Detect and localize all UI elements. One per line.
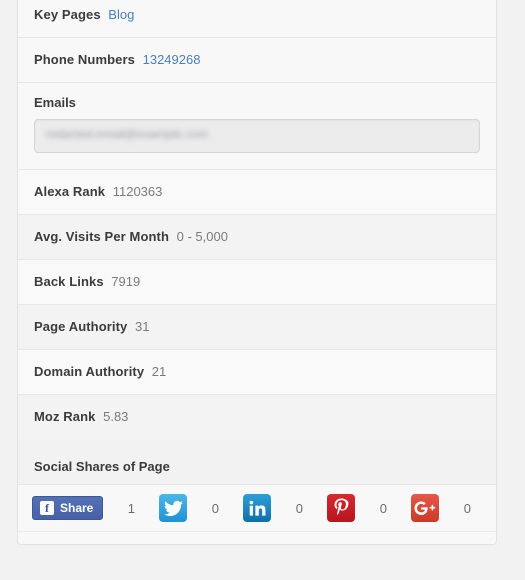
metric-value-domain-authority: 21	[151, 364, 167, 379]
metric-row-avg-visits-per-month: Avg. Visits Per Month 0 - 5,000	[18, 214, 496, 259]
page-root: Key Pages Blog Phone Numbers 13249268 Em…	[0, 0, 525, 580]
metric-value-page-authority: 31	[135, 319, 150, 334]
metric-label-page-authority: Page Authority	[34, 319, 128, 334]
site-metrics-card: Key Pages Blog Phone Numbers 13249268 Em…	[17, 0, 497, 545]
metric-label-alexa-rank: Alexa Rank	[34, 184, 106, 199]
metric-row-domain-authority: Domain Authority 21	[18, 349, 496, 394]
metric-row-alexa-rank: Alexa Rank 1120363	[18, 169, 496, 214]
metric-value-back-links: 7919	[111, 274, 141, 289]
metric-label-avg-visits-per-month: Avg. Visits Per Month	[34, 229, 170, 244]
social-item-linkedin: 0	[243, 494, 327, 522]
pinterest-share-count: 0	[379, 500, 387, 516]
twitter-icon[interactable]	[159, 494, 188, 522]
metric-label-back-links: Back Links	[34, 274, 104, 289]
social-item-pinterest: 0	[327, 494, 411, 522]
metric-row-moz-rank: Moz Rank 5.83	[18, 394, 496, 439]
emails-label: Emails	[34, 95, 76, 110]
linkedin-icon[interactable]	[243, 494, 272, 522]
facebook-share-count: 1	[127, 500, 135, 516]
social-shares-header: Social Shares of Page	[18, 439, 496, 484]
emails-input[interactable]: redacted.email@example.com	[34, 119, 480, 153]
facebook-f-glyph: f	[40, 501, 54, 515]
emails-input-value: redacted.email@example.com	[46, 127, 209, 141]
key-pages-blog-link[interactable]: Blog	[108, 7, 134, 22]
googleplus-share-count: 0	[463, 500, 471, 516]
metric-label-domain-authority: Domain Authority	[34, 364, 145, 379]
metric-value-moz-rank: 5.83	[103, 409, 129, 424]
metric-label-key-pages: Key Pages	[34, 7, 101, 22]
phone-number-link[interactable]: 13249268	[143, 52, 201, 67]
linkedin-share-count: 0	[295, 500, 303, 516]
metric-value-avg-visits-per-month: 0 - 5,000	[176, 229, 228, 244]
metric-row-phone-numbers: Phone Numbers 13249268	[18, 37, 496, 82]
pinterest-icon[interactable]	[327, 494, 356, 522]
twitter-share-count: 0	[211, 500, 219, 516]
metric-row-page-authority: Page Authority 31	[18, 304, 496, 349]
social-shares-title: Social Shares of Page	[34, 459, 170, 474]
metric-value-alexa-rank: 1120363	[112, 184, 163, 199]
google-plus-icon[interactable]	[411, 494, 440, 522]
metric-row-key-pages: Key Pages Blog	[18, 0, 496, 37]
metric-label-phone-numbers: Phone Numbers	[34, 52, 135, 67]
social-item-googleplus: 0	[411, 494, 495, 522]
social-item-twitter: 0	[159, 494, 243, 522]
emails-section: Emails redacted.email@example.com	[18, 82, 496, 169]
metric-row-back-links: Back Links 7919	[18, 259, 496, 304]
social-shares-strip: f Share 1 0 0 0 0	[18, 484, 496, 532]
metric-label-moz-rank: Moz Rank	[34, 409, 96, 424]
facebook-share-label: Share	[60, 501, 94, 515]
facebook-share-icon[interactable]: f Share	[32, 496, 104, 520]
social-item-facebook: f Share 1	[32, 496, 159, 520]
